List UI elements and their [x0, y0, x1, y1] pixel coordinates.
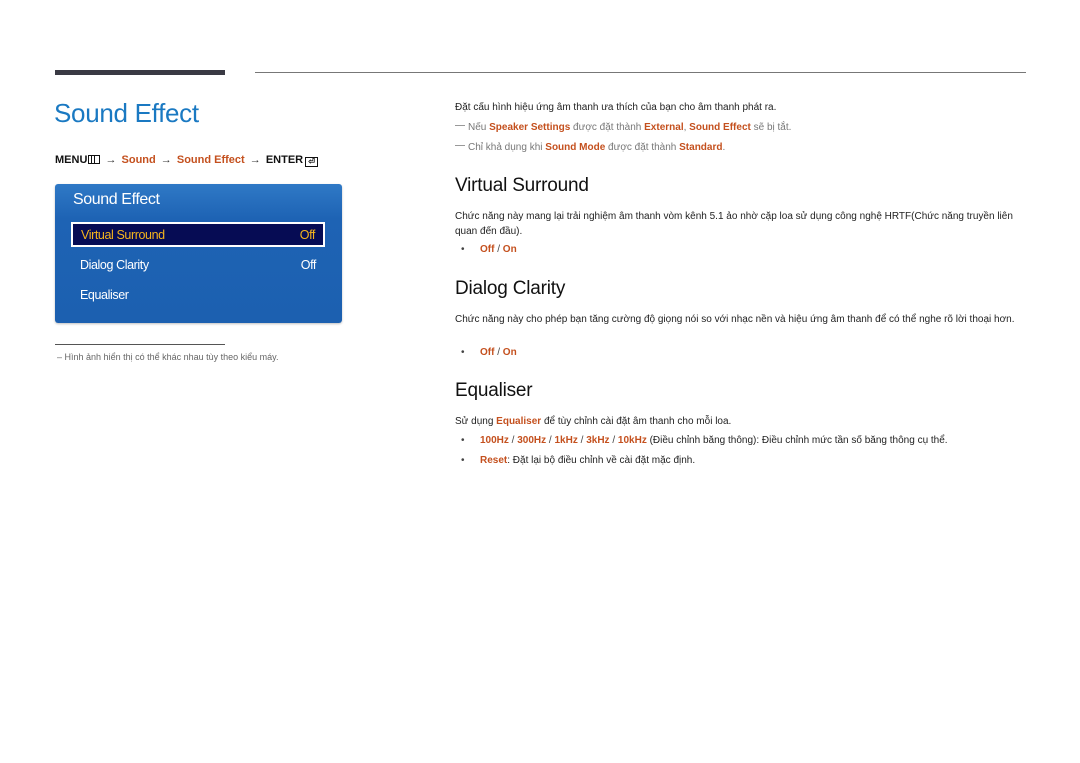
- footnote: – Hình ảnh hiển thị có thể khác nhau tùy…: [57, 352, 279, 362]
- bullet-icon: •: [461, 347, 465, 358]
- osd-item-equaliser[interactable]: Equaliser: [71, 283, 325, 308]
- osd-item-label: Dialog Clarity: [80, 258, 149, 272]
- menu-path-sound-effect: Sound Effect: [176, 154, 245, 166]
- menu-path-sound: Sound: [121, 154, 156, 166]
- osd-title: Sound Effect: [73, 191, 160, 208]
- note-dash-icon: [455, 145, 465, 146]
- osd-item-value: Off: [300, 258, 317, 272]
- footnote-dash: –: [57, 352, 63, 362]
- header-rule-thin: [255, 72, 1026, 73]
- arrow: →: [105, 154, 117, 166]
- section-title-equaliser: Equaliser: [455, 380, 533, 401]
- bullet-icon: •: [461, 244, 465, 255]
- options-dialog-clarity: • Off / On: [461, 347, 517, 358]
- section-desc-equaliser: Sử dụng Equaliser để tùy chỉnh cài đặt â…: [455, 416, 732, 427]
- intro-text: Đặt cấu hình hiệu ứng âm thanh ưa thích …: [455, 102, 777, 113]
- arrow: →: [160, 154, 172, 166]
- osd-item-value: Off: [299, 228, 316, 242]
- osd-menu-panel: Sound Effect Virtual Surround Off Dialog…: [55, 184, 342, 323]
- enter-icon: ⏎: [305, 157, 319, 167]
- section-desc-dialog-clarity: Chức năng này cho phép bạn tăng cường độ…: [455, 314, 1015, 325]
- osd-item-dialog-clarity[interactable]: Dialog Clarity Off: [71, 253, 325, 278]
- osd-item-label: Virtual Surround: [81, 228, 165, 242]
- arrow: →: [249, 154, 261, 166]
- equaliser-bands-bullet: • 100Hz / 300Hz / 1kHz / 3kHz / 10kHz (Đi…: [461, 435, 948, 446]
- menu-label: MENU: [55, 154, 88, 166]
- note-speaker-settings: Nếu Speaker Settings được đặt thành Exte…: [455, 122, 791, 133]
- equaliser-reset-bullet: • Reset: Đặt lại bộ điều chỉnh về cài đặt…: [461, 455, 696, 466]
- section-title-dialog-clarity: Dialog Clarity: [455, 278, 566, 299]
- bullet-icon: •: [461, 435, 465, 446]
- note-dash-icon: [455, 125, 465, 126]
- osd-item-label: Equaliser: [80, 288, 129, 302]
- bullet-icon: •: [461, 455, 465, 466]
- footnote-text: Hình ảnh hiển thị có thể khác nhau tùy t…: [64, 352, 279, 362]
- page-title: Sound Effect: [54, 98, 199, 128]
- note-sound-mode: Chỉ khả dụng khi Sound Mode được đặt thà…: [455, 142, 725, 153]
- options-virtual-surround: • Off / On: [461, 244, 517, 255]
- enter-label: ENTER: [265, 154, 304, 166]
- menu-path: MENU → Sound → Sound Effect → ENTER ⏎: [55, 154, 319, 167]
- footnote-divider: [55, 344, 225, 345]
- section-desc-virtual-surround: Chức năng này mang lại trải nghiệm âm th…: [455, 211, 1013, 237]
- header-rule-thick: [55, 70, 225, 75]
- menu-icon: [88, 155, 101, 164]
- osd-item-virtual-surround[interactable]: Virtual Surround Off: [71, 222, 325, 247]
- section-title-virtual-surround: Virtual Surround: [455, 175, 589, 196]
